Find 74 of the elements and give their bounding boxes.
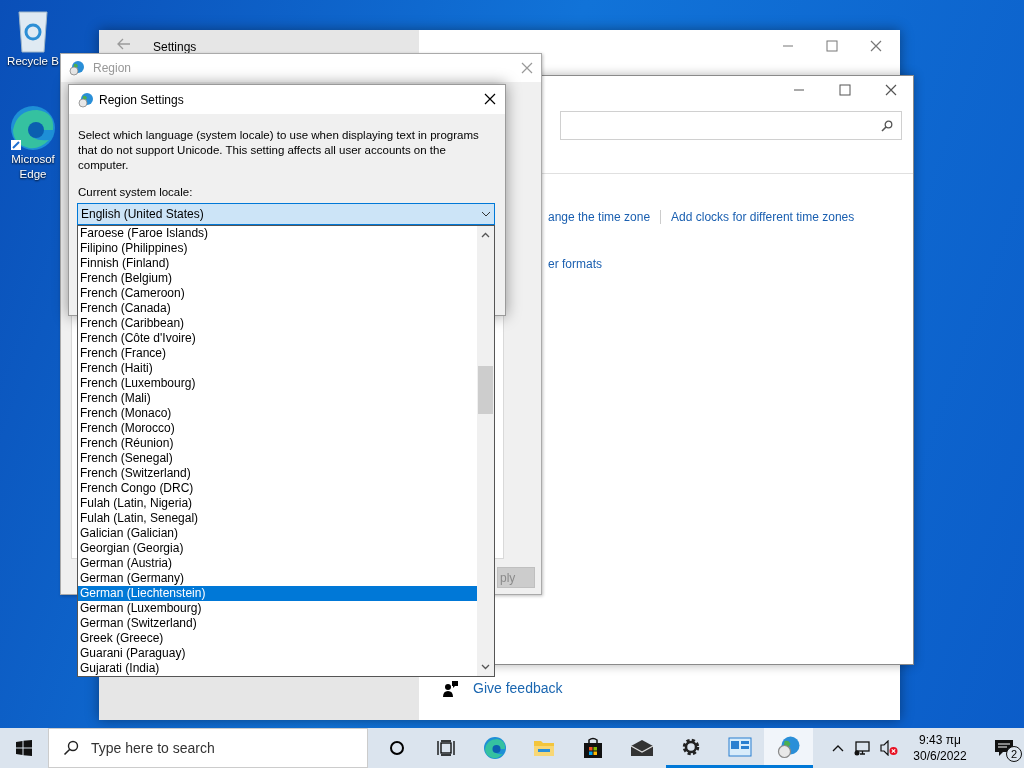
locale-option[interactable]: Finnish (Finland) [78, 256, 478, 271]
close-icon[interactable] [885, 84, 897, 96]
locale-option[interactable]: French (Canada) [78, 301, 478, 316]
locale-option[interactable]: French (Belgium) [78, 271, 478, 286]
locale-option[interactable]: Filipino (Philippines) [78, 241, 478, 256]
locale-option[interactable]: French (Monaco) [78, 406, 478, 421]
gear-icon [680, 736, 701, 757]
task-view-icon [436, 740, 455, 756]
description-text: Select which language (system locale) to use when displaying text in programs that do not support Unicode. This setting affects all user accounts on the computer. [78, 128, 480, 173]
time-zone-link[interactable]: ange the time zone [548, 208, 651, 226]
locale-option[interactable]: French (Haiti) [78, 361, 478, 376]
circle-icon [388, 740, 405, 756]
locale-option[interactable]: French (Cameroon) [78, 286, 478, 301]
clocks-link[interactable]: Add clocks for different time zones [671, 208, 855, 226]
locale-option[interactable]: Faroese (Faroe Islands) [78, 226, 478, 241]
chevron-up-icon[interactable] [832, 744, 844, 752]
locale-option[interactable]: French Congo (DRC) [78, 481, 478, 496]
locale-option[interactable]: French (Senegal) [78, 451, 478, 466]
locale-option[interactable]: German (Liechtenstein) [78, 586, 478, 601]
dialog-title: Region Settings [99, 91, 184, 109]
scrollbar[interactable] [477, 226, 494, 676]
search-field[interactable]: Type here to search [48, 728, 368, 768]
maximize-icon[interactable] [826, 40, 838, 52]
locale-option[interactable]: Fulah (Latin, Senegal) [78, 511, 478, 526]
locale-option[interactable]: French (Luxembourg) [78, 376, 478, 391]
locale-option[interactable]: French (Switzerland) [78, 466, 478, 481]
locale-option[interactable]: Greek (Greece) [78, 631, 478, 646]
locale-option[interactable]: German (Austria) [78, 556, 478, 571]
feedback-link[interactable]: Give feedback [473, 678, 563, 699]
maximize-icon[interactable] [839, 84, 851, 96]
edge-icon [9, 104, 57, 152]
locale-option[interactable]: German (Germany) [78, 571, 478, 586]
formats-link[interactable]: er formats [548, 255, 602, 273]
locale-dropdown[interactable]: English (United States) [77, 203, 495, 225]
locale-option[interactable]: Fulah (Latin, Nigeria) [78, 496, 478, 511]
globe-icon [78, 91, 94, 108]
locale-option[interactable]: French (Réunion) [78, 436, 478, 451]
locale-label: Current system locale: [78, 185, 193, 200]
windows-logo-icon [16, 740, 32, 756]
locale-option[interactable]: German (Luxembourg) [78, 601, 478, 616]
search-icon [63, 740, 79, 756]
feedback-icon [443, 679, 459, 698]
folder-icon [532, 738, 555, 758]
desktop-icon-label[interactable]: Recycle B [7, 54, 59, 69]
chevron-down-icon[interactable] [481, 664, 491, 670]
globe-icon [69, 60, 85, 76]
window-title: Region [93, 60, 132, 77]
notification-count: 2 [1006, 746, 1022, 762]
network-icon[interactable] [854, 740, 872, 756]
chevron-up-icon[interactable] [481, 232, 491, 238]
control-panel-icon [727, 736, 752, 757]
edge-icon [482, 736, 507, 760]
close-icon[interactable] [484, 93, 496, 105]
mail-icon [629, 739, 654, 757]
locale-option[interactable]: French (Caribbean) [78, 316, 478, 331]
locale-option[interactable]: French (France) [78, 346, 478, 361]
globe-icon [776, 734, 801, 759]
window-title: Settings [153, 39, 197, 56]
locale-option[interactable]: Galician (Galician) [78, 526, 478, 541]
locale-option[interactable]: French (Morocco) [78, 421, 478, 436]
clock[interactable]: 9:43 πμ 30/6/2022 [902, 732, 978, 764]
locale-option[interactable]: Georgian (Georgia) [78, 541, 478, 556]
desktop-icon-label[interactable]: Microsof Edge [11, 152, 55, 182]
search-field[interactable] [560, 111, 902, 140]
locale-option[interactable]: French (Mali) [78, 391, 478, 406]
locale-option[interactable]: Guarani (Paraguay) [78, 646, 478, 661]
speaker-muted-icon[interactable] [880, 740, 898, 756]
locale-option[interactable]: Gujarati (India) [78, 661, 478, 676]
locale-option[interactable]: French (Côte d'Ivoire) [78, 331, 478, 346]
chevron-down-icon [481, 211, 491, 217]
search-icon [881, 119, 893, 132]
locale-option[interactable]: German (Switzerland) [78, 616, 478, 631]
shopping-bag-icon [582, 737, 603, 759]
scrollbar-thumb[interactable] [478, 366, 494, 414]
